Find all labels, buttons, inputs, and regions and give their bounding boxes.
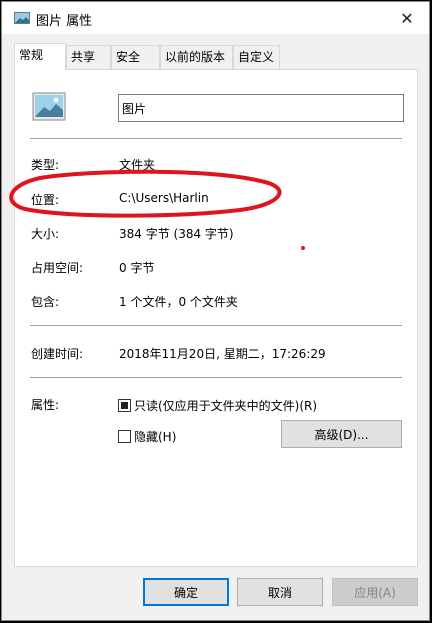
- folder-name-input[interactable]: [118, 94, 404, 122]
- hidden-checkbox-label: 隐藏(H): [134, 430, 177, 444]
- close-icon: ✕: [400, 8, 414, 28]
- type-label: 类型:: [31, 158, 60, 172]
- hidden-checkbox[interactable]: 隐藏(H): [118, 428, 176, 445]
- readonly-checkbox-label: 只读(仅应用于文件夹中的文件)(R): [134, 399, 318, 413]
- location-label: 位置:: [31, 193, 60, 207]
- properties-window: 图片 属性 ✕ 常规 共享 安全 以前的版本 自定义 类型: 文件夹 位置: C…: [1, 1, 430, 621]
- disk-size-value: 0 字节: [119, 261, 155, 275]
- location-value: C:\Users\Harlin: [119, 191, 209, 205]
- size-value: 384 字节 (384 字节): [119, 227, 234, 241]
- contains-label: 包含:: [31, 295, 60, 309]
- divider: [30, 377, 402, 378]
- readonly-checkbox[interactable]: 只读(仅应用于文件夹中的文件)(R): [118, 397, 317, 414]
- tab-sharing[interactable]: 共享: [66, 45, 111, 69]
- tab-previous-versions[interactable]: 以前的版本: [160, 45, 233, 69]
- picture-folder-icon: [14, 12, 30, 24]
- disk-size-label: 占用空间:: [31, 261, 84, 275]
- cancel-button[interactable]: 取消: [237, 578, 323, 606]
- type-value: 文件夹: [119, 158, 156, 172]
- close-button[interactable]: ✕: [385, 2, 429, 34]
- divider: [30, 325, 402, 326]
- tab-general[interactable]: 常规: [14, 43, 66, 70]
- contains-value: 1 个文件，0 个文件夹: [119, 295, 238, 309]
- tab-security[interactable]: 安全: [111, 45, 160, 69]
- hidden-check-box[interactable]: [118, 430, 131, 443]
- ok-button[interactable]: 确定: [143, 578, 229, 606]
- divider: [30, 138, 402, 139]
- tab-customize[interactable]: 自定义: [233, 45, 280, 69]
- readonly-check-box[interactable]: [118, 399, 131, 412]
- apply-button[interactable]: 应用(A): [332, 578, 418, 606]
- size-label: 大小:: [31, 227, 60, 241]
- created-label: 创建时间:: [31, 347, 84, 361]
- created-value: 2018年11月20日, 星期二，17:26:29: [119, 347, 326, 361]
- title-bar: 图片 属性 ✕: [2, 2, 429, 34]
- advanced-button[interactable]: 高级(D)...: [281, 420, 402, 448]
- general-panel: 类型: 文件夹 位置: C:\Users\Harlin 大小: 384 字节 (…: [14, 69, 418, 567]
- window-title: 图片 属性: [36, 14, 93, 29]
- attributes-label: 属性:: [31, 398, 60, 412]
- folder-picture-icon: [32, 92, 66, 121]
